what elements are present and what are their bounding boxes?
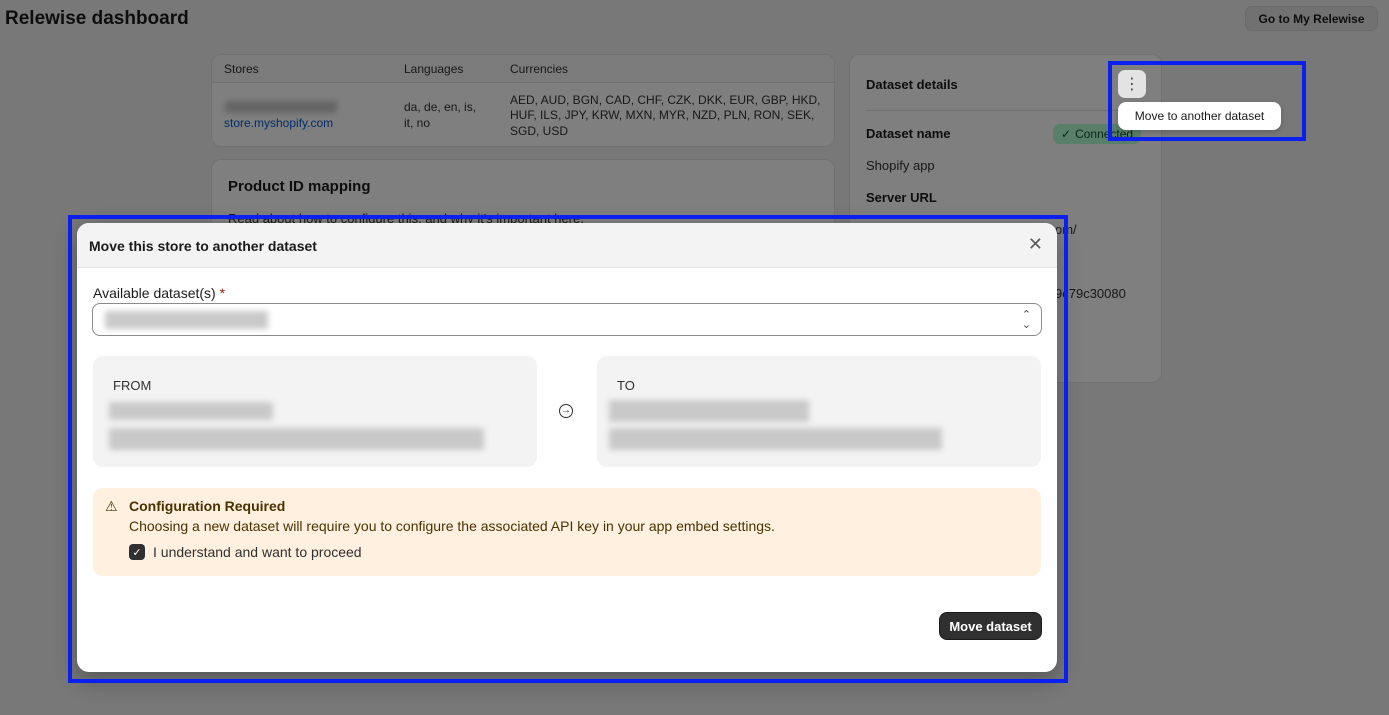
move-dataset-button[interactable]: Move dataset — [939, 612, 1042, 640]
move-dataset-modal: Move this store to another dataset ✕ Ava… — [77, 223, 1057, 672]
from-label: FROM — [113, 378, 152, 393]
confirm-checkbox[interactable]: ✓ — [129, 544, 145, 560]
close-icon: ✕ — [1027, 234, 1043, 254]
modal-title: Move this store to another dataset — [89, 238, 317, 254]
kebab-icon: ⋮ — [1124, 76, 1140, 93]
field-label-text: Available dataset(s) — [93, 285, 216, 301]
from-dataset-name-redacted — [109, 402, 273, 420]
move-to-another-dataset-menu-item[interactable]: Move to another dataset — [1118, 102, 1281, 130]
banner-title: Configuration Required — [129, 498, 286, 514]
to-dataset-name-redacted — [609, 400, 809, 422]
from-dataset-id-redacted — [109, 428, 484, 450]
modal-header: Move this store to another dataset ✕ — [77, 223, 1057, 268]
to-panel: TO — [597, 356, 1041, 467]
banner-text: Choosing a new dataset will require you … — [129, 518, 775, 534]
required-marker: * — [219, 285, 226, 301]
warning-icon: ⚠ — [105, 498, 118, 514]
select-chevron-icon: ⌃ ⌄ — [1021, 309, 1031, 331]
to-dataset-id-redacted — [609, 428, 942, 450]
selected-dataset-redacted — [105, 311, 268, 329]
dataset-select[interactable]: ⌃ ⌄ — [92, 303, 1042, 336]
more-actions-button[interactable]: ⋮ — [1118, 70, 1146, 98]
to-label: TO — [617, 378, 635, 393]
confirm-checkbox-label[interactable]: I understand and want to proceed — [153, 544, 362, 560]
available-datasets-label: Available dataset(s) * — [93, 285, 225, 301]
checkmark-icon: ✓ — [132, 546, 142, 559]
from-panel: FROM — [93, 356, 537, 467]
close-button[interactable]: ✕ — [1028, 235, 1043, 253]
arrow-right-circle-icon: → — [559, 404, 573, 418]
configuration-warning-banner: ⚠ Configuration Required Choosing a new … — [93, 488, 1041, 576]
